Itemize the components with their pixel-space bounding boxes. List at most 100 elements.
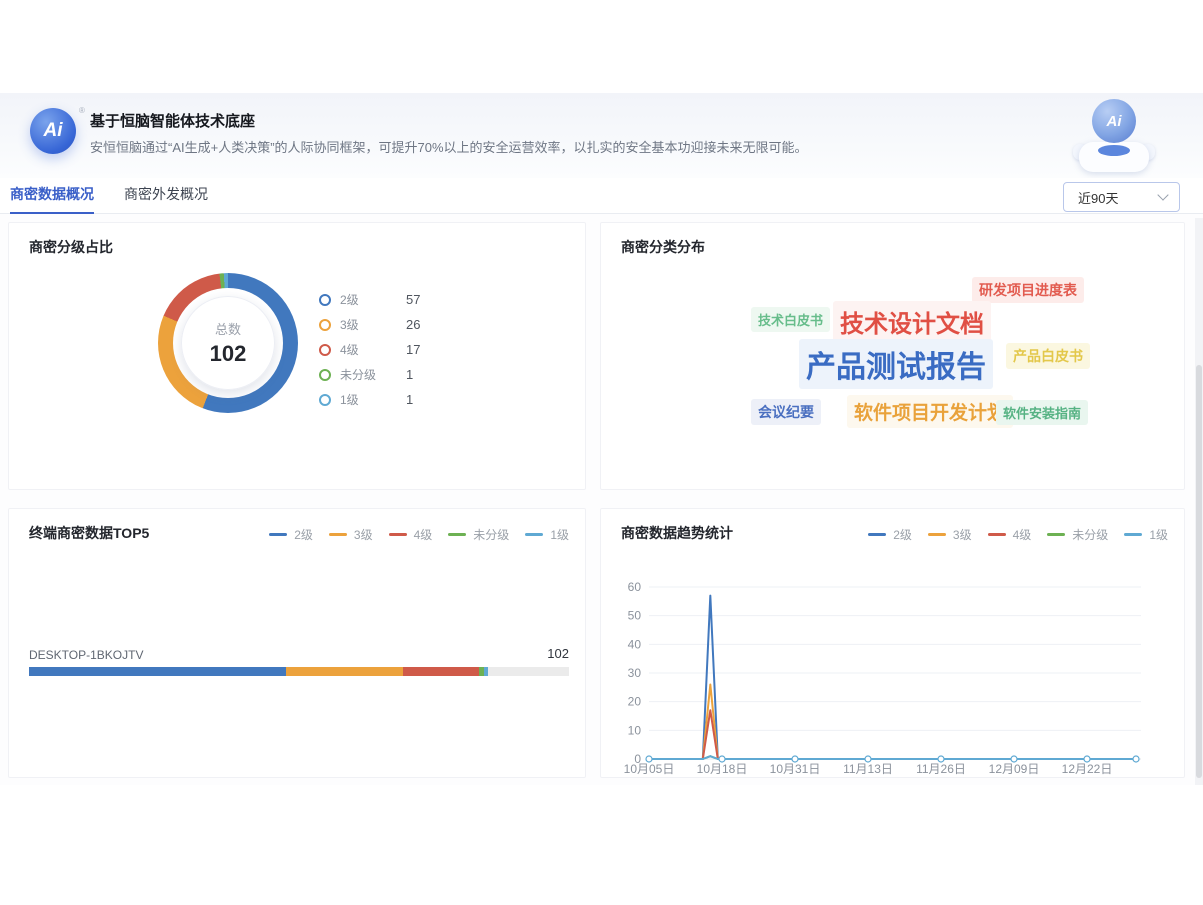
legend-dash-icon bbox=[329, 533, 347, 536]
cloud-word: 产品白皮书 bbox=[1006, 343, 1090, 369]
legend-label: 1级 bbox=[550, 526, 569, 543]
stacked-bar bbox=[29, 667, 569, 676]
legend-dash-icon bbox=[389, 533, 407, 536]
legend-ring-icon bbox=[319, 294, 331, 306]
panel-category-distribution: 商密分类分布 研发项目进度表技术白皮书技术设计文档产品白皮书产品测试报告会议纪要… bbox=[600, 222, 1185, 490]
cloud-word: 技术设计文档 bbox=[833, 301, 991, 342]
mascot-head: Ai bbox=[1092, 99, 1136, 143]
x-axis-tick-label: 10月18日 bbox=[697, 762, 748, 776]
series-legend-item[interactable]: 未分级 bbox=[448, 526, 509, 543]
registered-mark: ® bbox=[79, 106, 85, 115]
trend-series-line bbox=[649, 684, 1136, 759]
x-axis-tick-label: 12月09日 bbox=[989, 762, 1040, 776]
data-point-marker bbox=[1084, 756, 1090, 762]
y-axis-tick-label: 10 bbox=[628, 723, 642, 737]
scrollbar-track bbox=[1195, 218, 1203, 785]
header: Ai ® 基于恒脑智能体技术底座 安恒恒脑通过“AI生成+人类决策”的人际协同框… bbox=[0, 93, 1203, 178]
ai-robot-mascot: Ai bbox=[1078, 96, 1150, 176]
panel-terminal-top5: 终端商密数据TOP5 2级3级4级未分级1级 DESKTOP-1BKOJTV 1… bbox=[8, 508, 586, 778]
terminal-total: 102 bbox=[547, 646, 569, 661]
legend-ring-icon bbox=[319, 319, 331, 331]
brand-logo: Ai bbox=[30, 108, 76, 154]
legend-value: 57 bbox=[406, 292, 420, 307]
trend-series-line bbox=[649, 710, 1136, 759]
legend-value: 17 bbox=[406, 342, 420, 357]
data-point-marker bbox=[865, 756, 871, 762]
cloud-word: 软件安装指南 bbox=[996, 400, 1088, 425]
x-axis-tick-label: 11月13日 bbox=[843, 762, 893, 776]
x-axis-tick-label: 11月26日 bbox=[916, 762, 966, 776]
dashboard-app: Ai ® 基于恒脑智能体技术底座 安恒恒脑通过“AI生成+人类决策”的人际协同框… bbox=[0, 93, 1203, 785]
trend-series-line bbox=[649, 596, 1136, 759]
legend-label: 未分级 bbox=[473, 526, 509, 543]
legend-ring-icon bbox=[319, 344, 331, 356]
page-subtitle: 安恒恒脑通过“AI生成+人类决策”的人际协同框架，可提升70%以上的安全运营效率… bbox=[90, 137, 808, 156]
scrollbar-thumb[interactable] bbox=[1196, 365, 1202, 778]
y-axis-tick-label: 40 bbox=[628, 637, 642, 651]
chevron-down-icon bbox=[1157, 189, 1168, 200]
mascot-neck bbox=[1098, 145, 1130, 156]
pie-legend-item[interactable]: 未分级1 bbox=[319, 362, 420, 387]
legend-label: 4级 bbox=[340, 341, 406, 358]
series-legend-item[interactable]: 4级 bbox=[389, 526, 433, 543]
bar-segment bbox=[484, 667, 489, 676]
y-axis-tick-label: 50 bbox=[628, 609, 642, 623]
tab-bar: 商密数据概况 商密外发概况 bbox=[0, 178, 1203, 214]
trend-line-chart: 010203040506010月05日10月18日10月31日11月13日11月… bbox=[601, 509, 1184, 777]
cloud-word: 产品测试报告 bbox=[799, 339, 993, 389]
bar-segment bbox=[403, 667, 480, 676]
legend-label: 1级 bbox=[340, 391, 406, 408]
panel-grade-ratio: 商密分级占比 总数 102 2级573级264级17未分级11级1 bbox=[8, 222, 586, 490]
cloud-word: 软件项目开发计划 bbox=[847, 395, 1013, 428]
page-title: 基于恒脑智能体技术底座 bbox=[90, 110, 255, 131]
y-axis-tick-label: 60 bbox=[628, 580, 642, 594]
pie-legend-item[interactable]: 4级17 bbox=[319, 337, 420, 362]
legend-value: 1 bbox=[406, 392, 413, 407]
bar-segment bbox=[29, 667, 286, 676]
panel-trend: 商密数据趋势统计 2级3级4级未分级1级 010203040506010月05日… bbox=[600, 508, 1185, 778]
bar-legend: 2级 3级 4级 未分级 1级 bbox=[269, 526, 569, 543]
legend-ring-icon bbox=[319, 394, 331, 406]
legend-label: 3级 bbox=[354, 526, 373, 543]
data-point-marker bbox=[938, 756, 944, 762]
data-point-marker bbox=[792, 756, 798, 762]
panel-title: 商密分类分布 bbox=[621, 237, 705, 257]
x-axis-tick-label: 12月22日 bbox=[1062, 762, 1113, 776]
donut-total-label: 总数 bbox=[215, 319, 241, 338]
cloud-word: 技术白皮书 bbox=[751, 307, 830, 332]
legend-dash-icon bbox=[448, 533, 466, 536]
legend-dash-icon bbox=[269, 533, 287, 536]
legend-ring-icon bbox=[319, 369, 331, 381]
y-axis-tick-label: 30 bbox=[628, 666, 642, 680]
donut-total-value: 102 bbox=[210, 341, 247, 367]
legend-value: 26 bbox=[406, 317, 420, 332]
data-point-marker bbox=[1011, 756, 1017, 762]
legend-value: 1 bbox=[406, 367, 413, 382]
terminal-name: DESKTOP-1BKOJTV bbox=[29, 648, 143, 662]
y-axis-tick-label: 20 bbox=[628, 695, 642, 709]
tab-secret-data-overview[interactable]: 商密数据概况 bbox=[10, 178, 94, 214]
x-axis-tick-label: 10月05日 bbox=[624, 762, 675, 776]
legend-label: 4级 bbox=[414, 526, 433, 543]
pie-legend-item[interactable]: 3级26 bbox=[319, 312, 420, 337]
legend-dash-icon bbox=[525, 533, 543, 536]
cloud-word: 会议纪要 bbox=[751, 399, 821, 425]
data-point-marker bbox=[646, 756, 652, 762]
tab-outbound-overview[interactable]: 商密外发概况 bbox=[124, 178, 208, 212]
pie-legend: 2级573级264级17未分级11级1 bbox=[319, 287, 420, 412]
donut-center: 总数 102 bbox=[158, 273, 298, 413]
data-point-marker bbox=[1133, 756, 1139, 762]
series-legend-item[interactable]: 2级 bbox=[269, 526, 313, 543]
x-axis-tick-label: 10月31日 bbox=[770, 762, 821, 776]
pie-legend-item[interactable]: 2级57 bbox=[319, 287, 420, 312]
legend-label: 未分级 bbox=[340, 366, 406, 383]
series-legend-item[interactable]: 3级 bbox=[329, 526, 373, 543]
grade-donut-chart: 总数 102 bbox=[158, 273, 298, 413]
legend-label: 2级 bbox=[340, 291, 406, 308]
bar-segment bbox=[286, 667, 403, 676]
data-point-marker bbox=[719, 756, 725, 762]
pie-legend-item[interactable]: 1级1 bbox=[319, 387, 420, 412]
series-legend-item[interactable]: 1级 bbox=[525, 526, 569, 543]
legend-label: 3级 bbox=[340, 316, 406, 333]
date-range-select[interactable]: 近90天 bbox=[1063, 182, 1180, 212]
